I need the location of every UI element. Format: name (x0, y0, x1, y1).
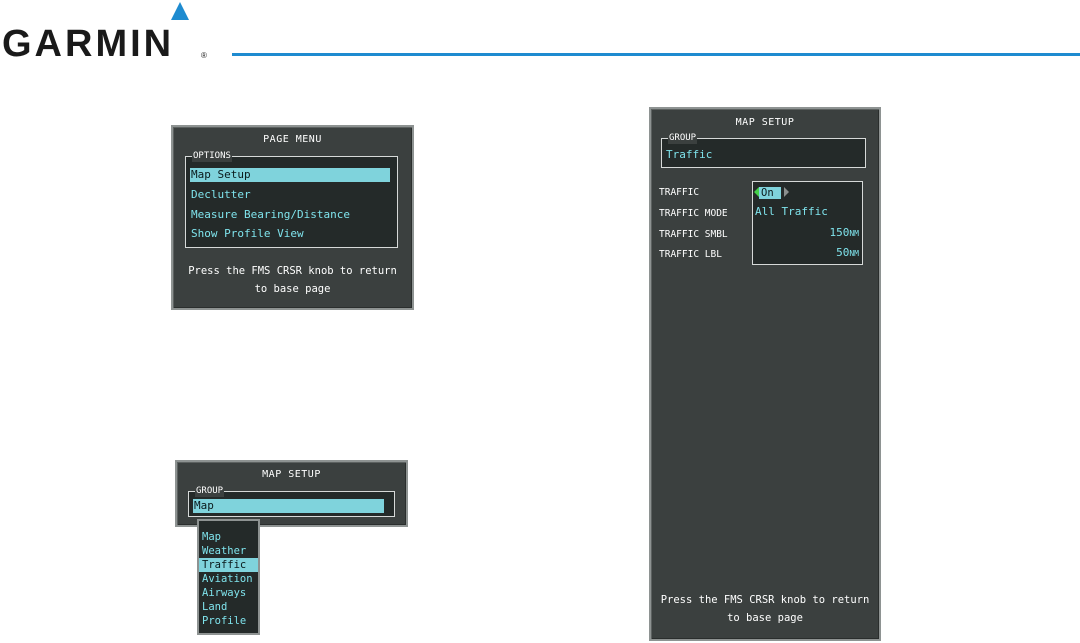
traffic-lbl-value[interactable]: 50NM (836, 246, 859, 261)
dropdown-option-land[interactable]: Land (199, 600, 258, 614)
map-setup-small-group: GROUP Map (188, 485, 395, 517)
map-setup-panel-large: MAP SETUP GROUP Traffic TRAFFIC TRAFFIC … (649, 107, 881, 641)
map-setup-large-title: MAP SETUP (735, 117, 795, 128)
traffic-lbl-unit: NM (849, 249, 859, 258)
page-menu-panel: PAGE MENU OPTIONS Map Setup Declutter Me… (171, 125, 414, 310)
page-menu-title: PAGE MENU (263, 134, 322, 145)
dropdown-option-weather[interactable]: Weather (199, 544, 258, 558)
traffic-on-value: On (759, 187, 781, 199)
map-setup-large-group: GROUP Traffic (661, 132, 866, 168)
map-setup-large-group-label: GROUP (668, 132, 698, 144)
dropdown-option-aviation[interactable]: Aviation (199, 572, 258, 586)
group-dropdown-list: Map Weather Traffic Aviation Airways Lan… (197, 519, 260, 635)
traffic-lbl-number: 50 (836, 246, 850, 259)
traffic-settings-box: On All Traffic 150NM 50NM (752, 181, 863, 265)
garmin-wordmark: GARMIN (2, 23, 175, 65)
dropdown-option-map[interactable]: Map (199, 530, 258, 544)
options-group-label: OPTIONS (192, 150, 232, 162)
traffic-lbl-label: TRAFFIC LBL (659, 249, 722, 260)
arrow-right-icon (783, 186, 789, 197)
map-setup-note-line1: Press the FMS CRSR knob to return (660, 594, 870, 606)
traffic-smbl-label: TRAFFIC SMBL (659, 229, 728, 240)
traffic-smbl-value[interactable]: 150NM (829, 226, 859, 241)
menu-item-show-profile-view[interactable]: Show Profile View (191, 227, 304, 241)
traffic-smbl-number: 150 (829, 226, 850, 239)
menu-item-declutter[interactable]: Declutter (191, 188, 251, 202)
traffic-mode-label: TRAFFIC MODE (659, 208, 728, 219)
map-setup-small-group-label: GROUP (195, 485, 225, 497)
registered-mark: ® (201, 51, 207, 60)
menu-item-measure-bearing-distance[interactable]: Measure Bearing/Distance (191, 208, 350, 222)
page-menu-note-line1: Press the FMS CRSR knob to return (188, 265, 397, 277)
dropdown-option-profile[interactable]: Profile (199, 614, 258, 628)
traffic-mode-value[interactable]: All Traffic (755, 205, 828, 219)
menu-item-map-setup[interactable]: Map Setup (190, 168, 390, 182)
group-select-map[interactable]: Map (193, 499, 384, 513)
dropdown-option-traffic[interactable]: Traffic (199, 558, 258, 572)
group-value-traffic[interactable]: Traffic (666, 148, 712, 162)
dropdown-option-airways[interactable]: Airways (199, 586, 258, 600)
traffic-smbl-unit: NM (849, 229, 859, 238)
header-rule (232, 53, 1080, 56)
page-menu-note-line2: to base page (254, 283, 331, 295)
options-group: OPTIONS Map Setup Declutter Measure Bear… (185, 150, 398, 248)
traffic-label: TRAFFIC (659, 187, 700, 198)
map-setup-note-line2: to base page (727, 612, 803, 624)
map-setup-small-title: MAP SETUP (262, 469, 321, 480)
garmin-triangle-icon (171, 2, 189, 20)
map-setup-panel-small: MAP SETUP GROUP Map (175, 460, 408, 527)
traffic-on-selector[interactable]: On (754, 184, 789, 199)
